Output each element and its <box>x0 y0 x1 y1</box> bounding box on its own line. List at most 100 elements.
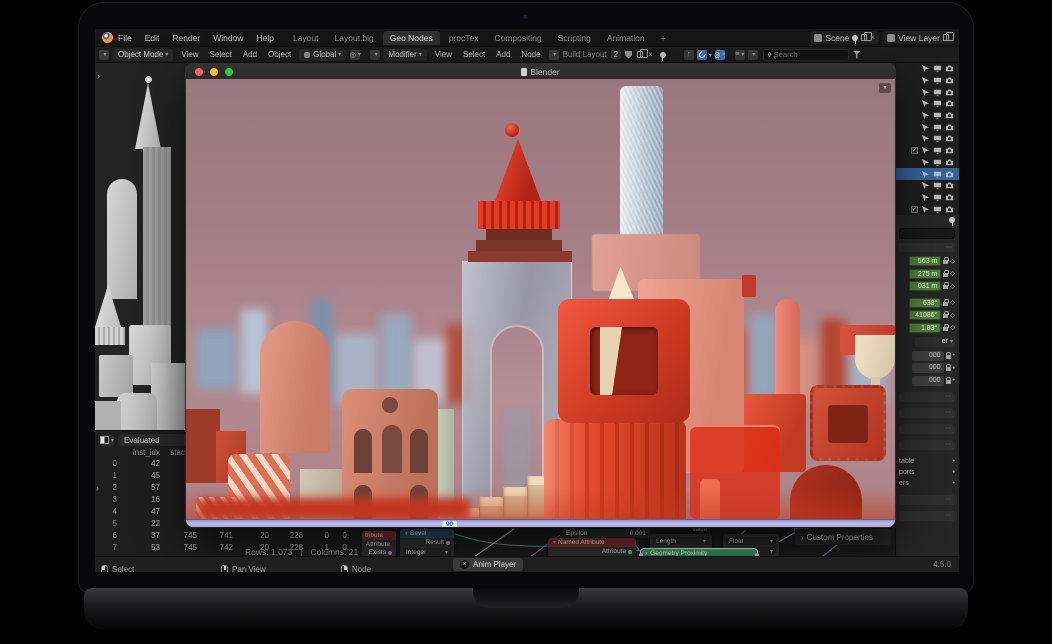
lock-icon[interactable] <box>943 260 948 264</box>
hide-render-icon[interactable] <box>945 123 954 132</box>
bevel-node[interactable]: Bevel Result Integer <box>400 529 454 556</box>
cursor-select-icon[interactable] <box>921 193 930 202</box>
nodetree-icon[interactable] <box>549 50 559 60</box>
hide-viewport-icon[interactable] <box>933 88 942 97</box>
current-frame-badge[interactable]: 90 <box>442 521 457 528</box>
new-scene-icon[interactable] <box>861 34 867 41</box>
tab-scripting[interactable]: Scripting <box>551 31 598 45</box>
outliner-row[interactable] <box>896 180 959 192</box>
keyframe-icon[interactable]: ◇ <box>950 324 955 331</box>
column-header-inst_idx[interactable]: inst_idx <box>120 448 160 457</box>
menu-file[interactable]: File <box>118 33 132 43</box>
outliner-row[interactable] <box>896 110 959 122</box>
lock-icon[interactable] <box>943 273 948 277</box>
new-view-layer-icon[interactable] <box>943 34 949 41</box>
transform-value-field[interactable]: 031 m <box>909 281 941 291</box>
tab-proctex[interactable]: procTex <box>442 31 486 45</box>
hide-render-icon[interactable] <box>945 64 954 73</box>
toggle-dot-icon[interactable]: • <box>953 458 955 465</box>
outliner-display-icon[interactable]: ≡ <box>735 50 745 60</box>
checkbox[interactable]: ✓ <box>911 206 918 213</box>
window-titlebar[interactable]: Blender <box>186 64 895 79</box>
cursor-select-icon[interactable] <box>921 88 930 97</box>
collapsed-panel[interactable]: ⋯ <box>899 511 955 521</box>
scale-value-field[interactable]: 000 <box>912 376 944 386</box>
snap-dropdown[interactable] <box>707 50 712 59</box>
node-header[interactable]: Bevel <box>400 529 454 538</box>
outliner-row[interactable] <box>896 168 959 180</box>
viewport-menu-select[interactable]: Select <box>210 50 232 59</box>
transform-value-field[interactable]: 275 m <box>909 269 941 279</box>
hide-viewport-icon[interactable] <box>933 205 942 214</box>
orientation-dropdown[interactable]: Global <box>299 49 346 61</box>
outliner-row[interactable]: ✓ <box>896 145 959 157</box>
menu-window[interactable]: Window <box>213 33 243 43</box>
hide-render-icon[interactable] <box>945 111 954 120</box>
outliner-row[interactable] <box>896 157 959 169</box>
outliner-panel[interactable]: ✓✓ <box>895 63 959 215</box>
lock-icon[interactable] <box>943 314 948 318</box>
collapsed-panel[interactable]: ⋯ <box>899 392 955 402</box>
cursor-select-icon[interactable] <box>921 76 930 85</box>
attribute-node-fragment[interactable]: tribute Attribute Exists <box>362 531 396 556</box>
outliner-filter-image-icon[interactable] <box>748 50 758 60</box>
collapsed-panel[interactable]: ⋯ <box>899 424 955 434</box>
cursor-select-icon[interactable] <box>921 111 930 120</box>
checkbox[interactable]: ✓ <box>911 147 918 154</box>
mode-dropdown[interactable]: Object Mode <box>113 49 173 61</box>
hide-render-icon[interactable] <box>945 99 954 108</box>
anim-player-button[interactable]: × Anim Player <box>453 558 523 571</box>
snap-magnet-icon[interactable] <box>697 50 707 60</box>
view-layer-selector[interactable]: View Layer <box>883 31 953 44</box>
rotation-mode-dropdown[interactable]: er <box>915 337 955 347</box>
hide-viewport-icon[interactable] <box>933 134 942 143</box>
lock-icon[interactable] <box>943 327 948 331</box>
proportional-edit-icon[interactable]: ◎ <box>715 50 725 60</box>
outliner-row[interactable] <box>896 192 959 204</box>
viewport-menu-object[interactable]: Object <box>268 50 291 59</box>
outliner-row[interactable] <box>896 133 959 145</box>
tab-animation[interactable]: Animation <box>600 31 652 45</box>
collapsed-panel[interactable]: ⋯ <box>899 495 955 505</box>
outliner-row[interactable] <box>896 63 959 75</box>
hide-viewport-icon[interactable] <box>933 111 942 120</box>
object-name-field[interactable] <box>899 228 955 239</box>
socket-purple[interactable] <box>446 541 450 545</box>
outliner-row[interactable] <box>896 121 959 133</box>
visibility-row[interactable]: ers• <box>899 478 955 489</box>
cursor-select-icon[interactable] <box>921 170 930 179</box>
transform-panel-header[interactable]: ⋯ <box>899 243 955 252</box>
outliner-row[interactable] <box>896 98 959 110</box>
transform-value-field[interactable]: 563 m <box>909 256 941 266</box>
cursor-select-icon[interactable] <box>921 64 930 73</box>
menu-render[interactable]: Render <box>172 33 200 43</box>
pin-icon[interactable] <box>949 217 955 223</box>
properties-panel[interactable]: ⋯ 563 m◇275 m◇031 m◇ 638°◇41086°◇1.83°◇ … <box>895 215 959 556</box>
keyframe-icon[interactable]: ◇ <box>950 270 955 277</box>
hide-render-icon[interactable] <box>945 158 954 167</box>
spreadsheet-editor-icon[interactable] <box>100 435 114 446</box>
scale-value-field[interactable]: 000 <box>912 351 944 361</box>
hide-viewport-icon[interactable] <box>933 158 942 167</box>
outliner-search[interactable] <box>763 49 849 61</box>
lock-icon[interactable] <box>943 302 948 306</box>
node-header[interactable]: Named Attribute <box>548 538 636 547</box>
socket-green[interactable] <box>628 550 632 554</box>
editor-type-icon[interactable] <box>99 50 109 60</box>
cursor-select-icon[interactable] <box>921 205 930 214</box>
hide-viewport-icon[interactable] <box>933 64 942 73</box>
keyframe-dot-icon[interactable]: • <box>953 352 955 359</box>
hide-viewport-icon[interactable] <box>933 146 942 155</box>
panel-expand-icon[interactable]: › <box>96 483 99 493</box>
hide-render-icon[interactable] <box>945 88 954 97</box>
geometry-proximity-node[interactable]: ›Geometry Proximity <box>640 548 758 556</box>
hide-viewport-icon[interactable] <box>933 99 942 108</box>
hide-viewport-icon[interactable] <box>933 181 942 190</box>
outliner-row[interactable] <box>896 86 959 98</box>
keyframe-icon[interactable]: ◇ <box>950 299 955 306</box>
keyframe-icon[interactable]: ◇ <box>950 283 955 290</box>
modifier-dropdown[interactable]: Modifier <box>383 49 426 61</box>
scale-value-field[interactable]: 000 <box>912 363 944 373</box>
collapsed-panel[interactable]: ⋯ <box>899 440 955 450</box>
hide-render-icon[interactable] <box>945 181 954 190</box>
